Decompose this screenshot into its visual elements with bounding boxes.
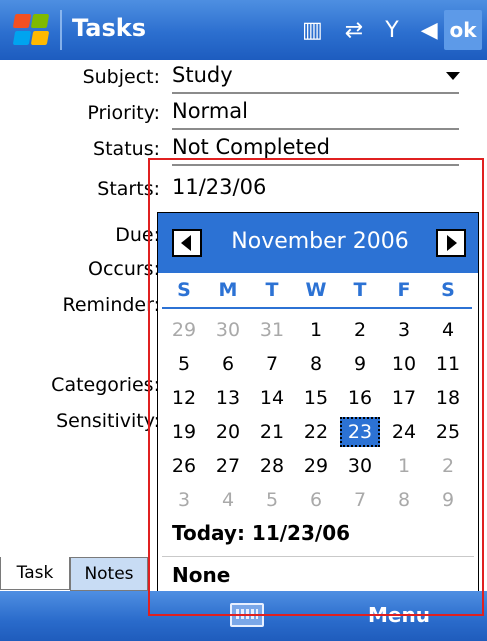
calendar-day[interactable]: 25 bbox=[428, 417, 468, 447]
keyboard-icon[interactable] bbox=[230, 603, 264, 627]
calendar-day[interactable]: 16 bbox=[340, 383, 380, 413]
calendar-day[interactable]: 4 bbox=[428, 315, 468, 345]
menu-button[interactable]: Menu bbox=[368, 603, 430, 627]
status-field[interactable]: Not Completed bbox=[172, 135, 330, 159]
signal-icon[interactable]: Y bbox=[385, 18, 398, 43]
starts-label: Starts: bbox=[97, 178, 160, 200]
calendar-day[interactable]: 15 bbox=[296, 383, 336, 413]
calendar-day[interactable]: 29 bbox=[296, 451, 336, 481]
calendar-day[interactable]: 7 bbox=[252, 349, 292, 379]
calendar-day[interactable]: 12 bbox=[164, 383, 204, 413]
reminder-label: Reminder: bbox=[62, 294, 161, 316]
calendar-day[interactable]: 10 bbox=[384, 349, 424, 379]
calendar-day[interactable]: 22 bbox=[296, 417, 336, 447]
calendar-day[interactable]: 29 bbox=[164, 315, 204, 345]
volume-icon[interactable]: ◀ bbox=[421, 18, 438, 43]
sensitivity-label: Sensitivity: bbox=[56, 410, 160, 432]
calendar-day[interactable]: 7 bbox=[340, 485, 380, 515]
ok-button[interactable]: ok bbox=[444, 10, 482, 50]
subject-field[interactable]: Study bbox=[172, 63, 233, 87]
calendar-day[interactable]: 27 bbox=[208, 451, 248, 481]
priority-row: Priority: Normal bbox=[0, 96, 487, 132]
month-title[interactable]: November 2006 bbox=[210, 229, 430, 254]
subject-label: Subject: bbox=[82, 66, 160, 88]
categories-label: Categories: bbox=[51, 374, 160, 396]
weekday-header: M bbox=[218, 279, 238, 301]
weekday-divider bbox=[162, 307, 472, 309]
connectivity-icon[interactable]: ⇄ bbox=[345, 18, 363, 43]
priority-field[interactable]: Normal bbox=[172, 99, 248, 123]
calendar-day[interactable]: 17 bbox=[384, 383, 424, 413]
weekday-header: W bbox=[305, 279, 327, 301]
calendar-day[interactable]: 8 bbox=[384, 485, 424, 515]
subject-dropdown-arrow-icon[interactable] bbox=[446, 72, 460, 80]
calendar-day[interactable]: 14 bbox=[252, 383, 292, 413]
calendar-day[interactable]: 3 bbox=[384, 315, 424, 345]
calendar-day[interactable]: 18 bbox=[428, 383, 468, 413]
subject-row: Subject: Study bbox=[0, 60, 487, 96]
barcode-icon[interactable]: ▥ bbox=[302, 18, 323, 43]
status-icons: ▥ ⇄ Y ◀ bbox=[302, 10, 438, 50]
calendar-day[interactable]: 2 bbox=[340, 315, 380, 345]
priority-label: Priority: bbox=[87, 102, 160, 124]
priority-underline bbox=[172, 128, 459, 130]
calendar-day[interactable]: 1 bbox=[296, 315, 336, 345]
calendar-day[interactable]: 3 bbox=[164, 485, 204, 515]
date-picker-popup[interactable]: November 2006 S M T W T F S 29 30 31 1 2 3 4 5 6… bbox=[157, 212, 479, 593]
starts-field[interactable]: 11/23/06 bbox=[172, 175, 266, 199]
arrow-right-icon bbox=[447, 235, 457, 251]
bottom-softkey-bar: Menu bbox=[0, 591, 487, 641]
status-row: Status: Not Completed bbox=[0, 132, 487, 168]
weekday-header: S bbox=[177, 279, 191, 301]
calendar-day[interactable]: 4 bbox=[208, 485, 248, 515]
calendar-day[interactable]: 30 bbox=[208, 315, 248, 345]
occurs-label: Occurs: bbox=[87, 258, 160, 280]
calendar-day[interactable]: 21 bbox=[252, 417, 292, 447]
calendar-day[interactable]: 8 bbox=[296, 349, 336, 379]
weekday-header: T bbox=[353, 279, 367, 301]
calendar-day[interactable]: 24 bbox=[384, 417, 424, 447]
subject-underline bbox=[172, 92, 459, 94]
arrow-left-icon bbox=[181, 235, 191, 251]
calendar-day[interactable]: 19 bbox=[164, 417, 204, 447]
status-label: Status: bbox=[93, 138, 160, 160]
calendar-day[interactable]: 2 bbox=[428, 451, 468, 481]
app-title: Tasks bbox=[72, 14, 147, 42]
calendar-day[interactable]: 11 bbox=[428, 349, 468, 379]
weekday-header: T bbox=[265, 279, 279, 301]
calendar-day[interactable]: 13 bbox=[208, 383, 248, 413]
calendar-day[interactable]: 6 bbox=[296, 485, 336, 515]
prev-month-button[interactable] bbox=[172, 229, 202, 257]
tab-notes[interactable]: Notes bbox=[70, 557, 148, 591]
calendar-day[interactable]: 9 bbox=[340, 349, 380, 379]
title-bar: Tasks ▥ ⇄ Y ◀ ok bbox=[0, 0, 487, 60]
due-label: Due: bbox=[115, 224, 160, 246]
calendar-day[interactable]: 6 bbox=[208, 349, 248, 379]
calendar-day[interactable]: 5 bbox=[164, 349, 204, 379]
calendar-day[interactable]: 28 bbox=[252, 451, 292, 481]
calendar-divider bbox=[162, 556, 474, 557]
calendar-day[interactable]: 26 bbox=[164, 451, 204, 481]
calendar-day[interactable]: 31 bbox=[252, 315, 292, 345]
calendar-day[interactable]: 5 bbox=[252, 485, 292, 515]
weekday-header: S bbox=[441, 279, 455, 301]
weekday-header: F bbox=[397, 279, 411, 301]
calendar-day[interactable]: 30 bbox=[340, 451, 380, 481]
calendar-day[interactable]: 23 bbox=[340, 417, 380, 447]
calendar-day[interactable]: 9 bbox=[428, 485, 468, 515]
none-button[interactable]: None bbox=[172, 563, 230, 587]
calendar-day[interactable]: 20 bbox=[208, 417, 248, 447]
title-separator bbox=[60, 10, 62, 50]
next-month-button[interactable] bbox=[436, 229, 466, 257]
tab-task[interactable]: Task bbox=[0, 557, 70, 590]
status-underline bbox=[172, 164, 459, 166]
starts-row: Starts: 11/23/06 bbox=[0, 172, 487, 208]
calendar-day[interactable]: 1 bbox=[384, 451, 424, 481]
start-menu-windows-logo-icon[interactable] bbox=[12, 12, 52, 48]
calendar-header: November 2006 bbox=[158, 213, 478, 273]
today-button[interactable]: Today: 11/23/06 bbox=[172, 521, 350, 545]
